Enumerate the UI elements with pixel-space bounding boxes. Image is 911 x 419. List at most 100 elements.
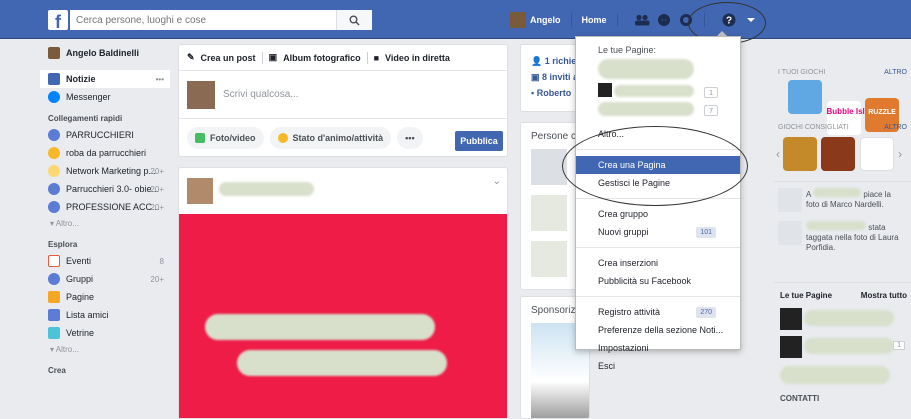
your-pages-header: Le tue Pagine: <box>598 45 657 55</box>
lightbulb-icon <box>48 165 60 177</box>
photo-video-button[interactable]: Foto/video <box>187 127 264 149</box>
person-avatar[interactable] <box>531 195 567 231</box>
group-icon <box>48 129 60 141</box>
new-groups-item[interactable]: Nuovi gruppi 101 <box>576 223 740 241</box>
sidebar-item-shortcut[interactable]: PARRUCCHIERI <box>40 126 170 144</box>
sidebar-item-label: roba da parrucchieri <box>66 148 147 158</box>
post-author-avatar[interactable] <box>187 178 213 204</box>
item-label: Nuovi gruppi <box>598 227 649 237</box>
more-actions-button[interactable]: ••• <box>397 127 423 149</box>
tab-divider <box>261 51 263 64</box>
sidebar-item-label: Eventi <box>66 256 92 266</box>
button-label: ••• <box>405 133 415 143</box>
sidebar-item-notizie[interactable]: Notizie ••• <box>40 70 170 88</box>
create-ads-item[interactable]: Crea inserzioni <box>576 254 740 272</box>
tab-create-post[interactable]: Crea un post <box>201 53 256 63</box>
game-tile[interactable] <box>859 137 894 171</box>
sidebar-item-label: Gruppi <box>66 274 94 284</box>
search-input[interactable] <box>70 10 340 30</box>
home-link[interactable]: Home <box>582 15 607 25</box>
button-label: Stato d'animo/attività <box>292 133 384 143</box>
menu-divider <box>576 247 740 248</box>
create-group-item[interactable]: Crea gruppo <box>576 205 740 223</box>
sidebar-item-label: Lista amici <box>66 310 109 320</box>
activity-log-item[interactable]: Registro attività 270 <box>576 303 740 321</box>
sidebar-item-shortcut[interactable]: Network Marketing p... 20+ <box>40 162 170 180</box>
page-row[interactable] <box>774 364 911 392</box>
button-label: Foto/video <box>210 133 256 143</box>
chevron-right-icon[interactable]: › <box>898 147 902 161</box>
activity-avatar <box>778 221 802 245</box>
more-options-icon[interactable]: ••• <box>156 75 164 84</box>
group-icon <box>48 273 60 285</box>
profile-name: Angelo Baldinelli <box>66 48 140 58</box>
count-badge: 20+ <box>150 184 164 194</box>
item-label: Crea gruppo <box>598 209 649 219</box>
pencil-icon: ✎ <box>187 52 195 62</box>
sidebar-item-shortcut[interactable]: roba da parrucchieri <box>40 144 170 162</box>
annotation-circle-menu <box>562 126 748 206</box>
activity-item[interactable]: stata taggata nella foto di Laura Porfid… <box>774 217 911 257</box>
sidebar-item-label: Messenger <box>66 92 111 102</box>
feeling-activity-button[interactable]: Stato d'animo/attività <box>269 127 392 149</box>
game-tile[interactable] <box>788 80 822 114</box>
count-badge: 20+ <box>150 166 164 176</box>
game-tile[interactable] <box>782 137 817 171</box>
sidebar-item-lista-amici[interactable]: Lista amici <box>40 306 170 324</box>
facebook-logo[interactable]: f <box>48 10 68 30</box>
shortcuts-more-link[interactable]: ▾ Altro... <box>40 216 170 232</box>
page-row[interactable] <box>774 308 911 336</box>
sidebar-profile[interactable]: Angelo Baldinelli <box>40 44 170 62</box>
page-entry[interactable]: 1 <box>576 83 740 101</box>
explore-more-link[interactable]: ▾ Altro... <box>40 342 170 358</box>
search-icon <box>349 15 360 26</box>
sidebar-item-pagine[interactable]: Pagine <box>40 288 170 306</box>
tab-live-video[interactable]: Video in diretta <box>385 53 450 63</box>
activity-item[interactable]: A piace la foto di Marco Nardelli. <box>774 181 911 217</box>
activity-prefix: A <box>806 190 811 199</box>
search-button[interactable] <box>336 10 372 30</box>
advertising-item[interactable]: Pubblicità su Facebook <box>576 272 740 290</box>
sidebar-item-gruppi[interactable]: Gruppi 20+ <box>40 270 170 288</box>
game-tile[interactable] <box>821 137 856 171</box>
more-link[interactable]: ALTRO <box>884 69 907 76</box>
more-link[interactable]: ALTRO <box>884 124 907 131</box>
tab-divider <box>366 51 368 64</box>
nav-divider <box>570 13 572 27</box>
video-camera-icon: ■ <box>373 52 380 63</box>
settings-item[interactable]: Impostazioni <box>576 339 740 357</box>
show-all-link[interactable]: Mostra tutto <box>861 291 907 300</box>
page-notification-count: 1 <box>893 341 905 350</box>
your-pages-panel: Le tue Pagine Mostra tutto 1 CONTATTI <box>774 282 911 403</box>
publish-button[interactable]: Pubblica <box>455 131 503 151</box>
logout-item[interactable]: Esci <box>576 357 740 375</box>
explore-title: Esplora <box>48 240 78 249</box>
chevron-left-icon[interactable]: ‹ <box>776 147 780 161</box>
profile-avatar <box>48 47 60 59</box>
friend-requests-icon[interactable] <box>634 12 650 28</box>
user-name-link[interactable]: Angelo <box>530 15 561 25</box>
nav-divider <box>616 13 618 27</box>
messenger-icon[interactable] <box>656 12 672 28</box>
user-avatar[interactable] <box>510 12 526 28</box>
composer-avatar <box>187 80 215 109</box>
news-feed-preferences-item[interactable]: Preferenze della sezione Noti... <box>576 321 740 339</box>
sidebar-item-label: PROFESSIONE ACC... <box>66 202 160 212</box>
sidebar-item-eventi[interactable]: Eventi 8 <box>40 252 170 270</box>
sidebar-item-vetrine[interactable]: Vetrine <box>40 324 170 342</box>
more-label: Altro... <box>55 219 79 228</box>
sidebar-item-shortcut[interactable]: Parrucchieri 3.0- obie... 20+ <box>40 180 170 198</box>
chevron-down-icon[interactable]: ⌄ <box>493 176 501 187</box>
page-entry[interactable] <box>576 57 740 83</box>
person-avatar[interactable] <box>531 241 567 277</box>
page-row[interactable]: 1 <box>774 336 911 364</box>
tab-photo-album[interactable]: Album fotografico <box>283 53 361 63</box>
shop-icon <box>48 327 60 339</box>
sidebar-item-messenger[interactable]: Messenger <box>40 88 170 106</box>
sidebar-item-label: PARRUCCHIERI <box>66 130 134 140</box>
sidebar-item-shortcut[interactable]: PROFESSIONE ACC... 20+ <box>40 198 170 216</box>
post-image[interactable] <box>179 214 507 418</box>
composer-input[interactable]: Scrivi qualcosa... <box>223 89 299 100</box>
page-entry[interactable]: 7 <box>576 101 740 119</box>
sidebar-item-label: Pagine <box>66 292 95 302</box>
